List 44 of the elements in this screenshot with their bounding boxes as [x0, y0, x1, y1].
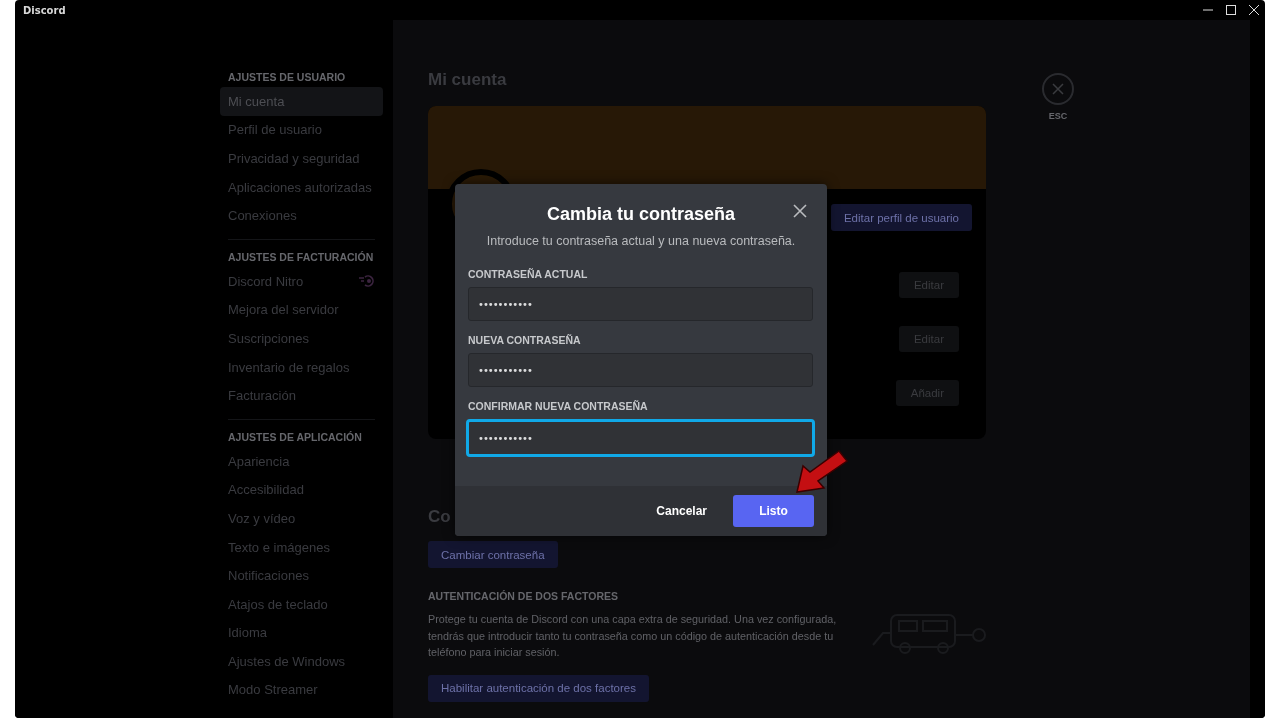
sidebar-item[interactable]: Voz y vídeo — [220, 504, 383, 533]
change-password-button[interactable]: Cambiar contraseña — [428, 541, 558, 568]
section-label: AUTENTICACIÓN DE DOS FACTORES — [428, 590, 619, 602]
sidebar-item[interactable]: Texto e imágenes — [220, 532, 383, 562]
close-icon — [1052, 83, 1064, 95]
field-label: NUEVA CONTRASEÑA — [468, 334, 582, 346]
password-field[interactable]: ••••••••••• — [468, 287, 813, 321]
field-label: CONFIRMAR NUEVA CONTRASEÑA — [468, 400, 649, 412]
enable-two-factor-button[interactable]: Habilitar autenticación de dos factores — [428, 674, 649, 702]
sidebar-item[interactable]: Notificaciones — [220, 561, 383, 590]
sidebar-item[interactable]: Accesibilidad — [220, 475, 383, 505]
sidebar-item[interactable]: Aplicaciones autorizadas — [220, 172, 383, 202]
edit-profile-button[interactable]: Editar perfil de usuario — [830, 204, 972, 231]
sidebar-item[interactable]: Atajos de teclado — [220, 589, 383, 619]
sidebar-item[interactable]: Idioma — [220, 618, 383, 648]
cancel-button[interactable]: Cancelar — [656, 504, 707, 518]
sidebar-item[interactable]: Facturación — [220, 381, 383, 410]
sidebar-item[interactable]: Perfil de usuario — [220, 115, 383, 145]
two-factor-description: Protege tu cuenta de Discord con una capa extra de seguridad. Una vez configurada, tendrás que introducir tanto tu contraseña como un código de autenticación desde tu teléfono para iniciar sesión. — [428, 612, 838, 660]
maximize-icon[interactable] — [1226, 5, 1236, 15]
pointer-arrow — [795, 450, 849, 494]
sidebar-item[interactable]: Mi cuenta — [220, 87, 383, 116]
sidebar-item[interactable]: Mejora del servidor — [220, 295, 383, 325]
sidebar-item[interactable]: Ajustes de Windows — [220, 647, 383, 676]
sidebar-item[interactable]: Privacidad y seguridad — [220, 144, 383, 173]
dialog-subtitle: Introduce tu contraseña actual y una nueva contraseña. — [485, 234, 797, 248]
dialog-title: Cambia tu contraseña — [546, 204, 736, 225]
close-icon[interactable] — [793, 204, 807, 218]
sidebar-item[interactable]: Apariencia — [220, 446, 383, 476]
sidebar-item[interactable]: Inventario de regalos — [220, 352, 383, 382]
done-button[interactable]: Listo — [733, 495, 814, 527]
sidebar-header: AJUSTES DE FACTURACIÓN — [227, 249, 375, 265]
sidebar-header: AJUSTES DE APLICACIÓN — [227, 429, 363, 445]
window-title: Discord — [23, 4, 66, 16]
sidebar-item[interactable]: Conexiones — [220, 201, 383, 230]
esc-label: ESC — [1048, 111, 1068, 121]
sidebar-item[interactable]: Discord Nitro — [220, 266, 383, 296]
password-field[interactable]: ••••••••••• — [466, 419, 815, 457]
sidebar-item[interactable]: Modo Streamer — [220, 675, 383, 705]
sidebar-item[interactable]: Suscripciones — [220, 324, 383, 353]
close-icon[interactable] — [1249, 5, 1259, 15]
password-field[interactable]: ••••••••••• — [468, 353, 813, 387]
field-label: CONTRASEÑA ACTUAL — [468, 268, 589, 280]
sidebar-header: AJUSTES DE USUARIO — [227, 70, 347, 85]
